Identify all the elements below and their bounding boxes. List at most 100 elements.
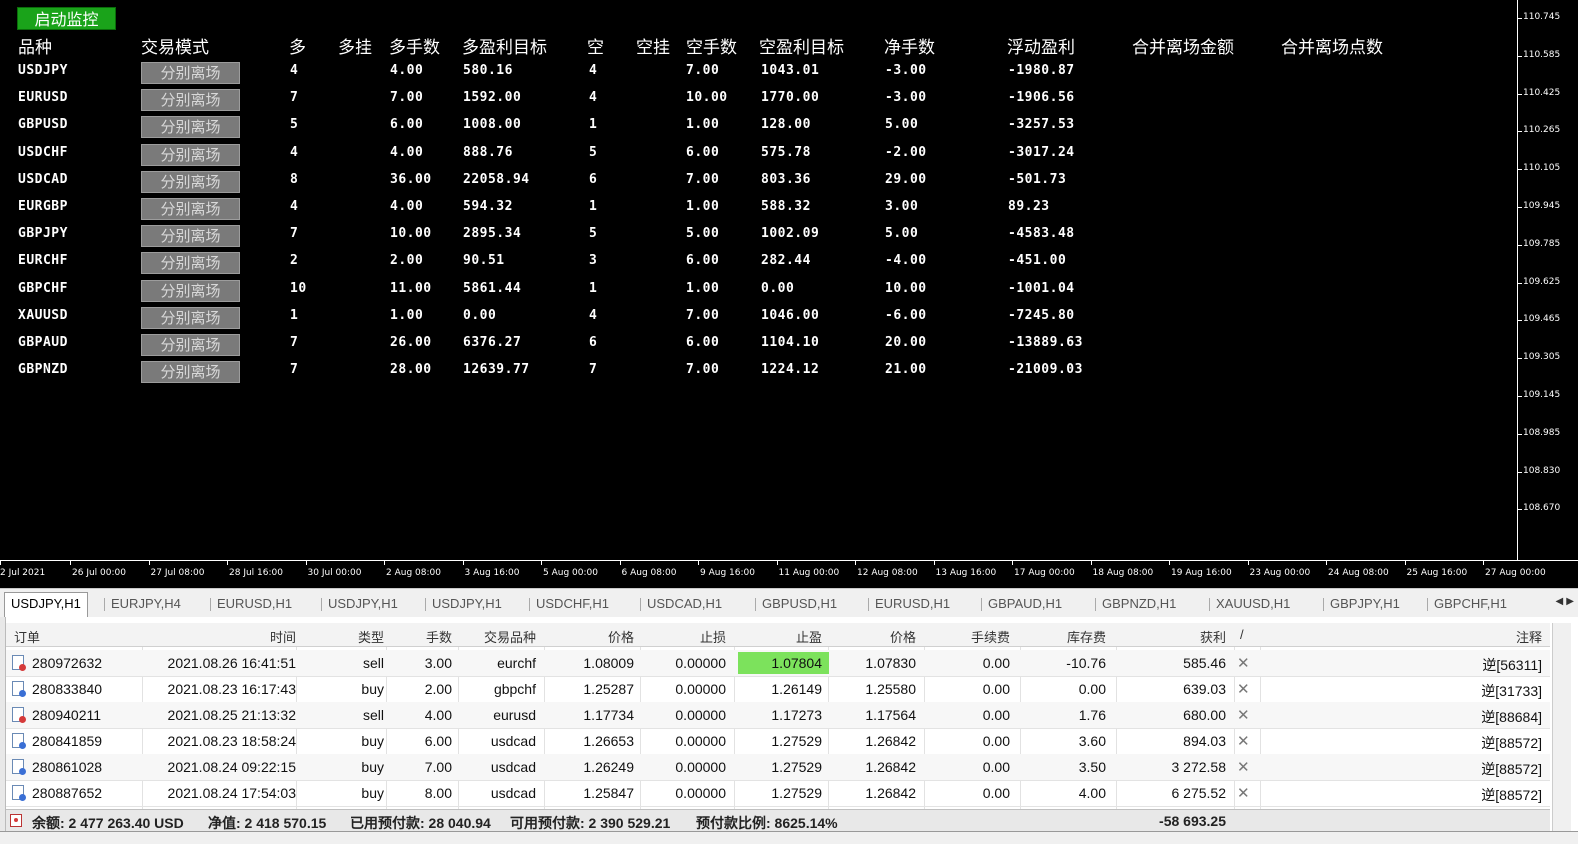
row-long-lots: 4.00 — [390, 63, 424, 78]
chart-tab[interactable]: USDCAD,H1 — [647, 593, 722, 615]
col-swap[interactable]: 库存费 — [1036, 627, 1106, 646]
row-long-tp: 6376.27 — [463, 335, 522, 350]
col-time[interactable]: 时间 — [196, 627, 296, 646]
row-short-count: 1 — [589, 117, 598, 133]
row-long-tp: 0.00 — [463, 307, 497, 323]
order-row[interactable]: 280861028 2021.08.24 09:22:15 buy 7.00 usdca… — [6, 754, 1550, 781]
close-order-icon[interactable]: ✕ — [1237, 654, 1250, 672]
row-long-tp: 1008.00 — [463, 117, 522, 133]
order-time: 2021.08.26 16:41:51 — [167, 655, 296, 671]
chart-tab[interactable]: USDJPY,H1 — [432, 593, 502, 615]
row-short-tp: 282.44 — [761, 253, 811, 269]
scroll-arrows-icon[interactable]: ◀ ▶ — [1555, 596, 1574, 607]
col-order[interactable]: 订单 — [14, 627, 40, 646]
exit-mode-button[interactable]: 分别离场 — [141, 225, 240, 248]
chart-tab[interactable]: GBPUSD,H1 — [762, 593, 837, 615]
order-row[interactable]: 280833840 2021.08.23 16:17:43 buy 2.00 gbpch… — [6, 676, 1550, 703]
col-cur-price[interactable]: 价格 — [846, 627, 916, 646]
chart-tab[interactable]: USDJPY,H1 — [4, 592, 88, 617]
chart-tab[interactable]: USDCHF,H1 — [536, 593, 609, 615]
row-floating-pl: -1906.56 — [1008, 90, 1075, 106]
row-long-count: 5 — [290, 117, 299, 133]
order-row[interactable]: 280887652 2021.08.24 17:54:03 buy 8.00 usdca… — [6, 780, 1550, 807]
exit-mode-button[interactable]: 分别离场 — [141, 143, 240, 166]
exit-mode-button[interactable]: 分别离场 — [141, 306, 240, 329]
col-sl[interactable]: 止损 — [656, 627, 726, 646]
order-profit: 894.03 — [1183, 733, 1226, 749]
row-long-tp: 580.16 — [463, 63, 513, 78]
row-short-tp: 0.00 — [761, 280, 795, 296]
col-profit[interactable]: 获利 — [1136, 627, 1226, 646]
col-comment[interactable]: 注释 — [1466, 627, 1542, 646]
order-row[interactable]: 280972632 2021.08.26 16:41:51 sell 3.00 eurc… — [6, 650, 1550, 677]
exit-mode-button[interactable]: 分别离场 — [141, 89, 240, 112]
exit-mode-button[interactable]: 分别离场 — [141, 279, 240, 302]
row-symbol: XAUUSD — [18, 307, 68, 323]
exit-mode-button[interactable]: 分别离场 — [141, 62, 240, 84]
row-short-lots: 1.00 — [686, 199, 720, 214]
chart-tab[interactable]: GBPCHF,H1 — [1434, 593, 1507, 615]
row-short-tp: 1046.00 — [761, 307, 820, 323]
row-long-tp: 22058.94 — [463, 171, 530, 187]
exit-mode-button[interactable]: 分别离场 — [141, 361, 240, 384]
close-order-icon[interactable]: ✕ — [1237, 706, 1250, 724]
time-label: 27 Jul 08:00 — [150, 568, 205, 578]
order-comment: 逆[56311] — [1482, 657, 1542, 673]
chart-tab[interactable]: GBPAUD,H1 — [988, 593, 1062, 615]
exit-mode-button[interactable]: 分别离场 — [141, 252, 240, 275]
close-order-icon[interactable]: ✕ — [1237, 758, 1250, 776]
chart-tab[interactable]: EURUSD,H1 — [217, 593, 292, 615]
start-monitor-button[interactable]: 启动监控 — [17, 7, 116, 30]
col-symbol[interactable]: 交易品种 — [446, 627, 536, 646]
header-symbol: 品种 — [18, 38, 52, 58]
order-tp: 1.26149 — [771, 681, 822, 697]
price-tick — [1518, 55, 1522, 57]
exit-mode-button[interactable]: 分别离场 — [141, 198, 240, 220]
order-sl: 0.00000 — [675, 733, 726, 749]
order-id: 280841859 — [32, 733, 103, 749]
order-row[interactable]: 280841859 2021.08.23 18:58:24 buy 6.00 usdca… — [6, 728, 1550, 755]
chart-tab[interactable]: EURUSD,H1 — [875, 593, 950, 615]
time-label: 9 Aug 16:00 — [700, 568, 755, 578]
order-comment: 逆[88572] — [1481, 761, 1542, 777]
price-tick — [1518, 509, 1522, 511]
price-tick — [1518, 169, 1522, 171]
col-tp[interactable]: 止盈 — [752, 627, 822, 646]
chart-tab[interactable]: GBPJPY,H1 — [1330, 593, 1400, 615]
row-long-count: 1 — [290, 307, 299, 323]
col-type[interactable]: 类型 — [336, 627, 384, 646]
order-price: 1.26249 — [583, 759, 634, 775]
col-price[interactable]: 价格 — [566, 627, 634, 646]
chart-area[interactable]: 启动监控 品种 交易模式 多 多挂 多手数 多盈利目标 空 空挂 空手数 空盈利… — [0, 0, 1578, 588]
price-tick — [1518, 207, 1522, 208]
price-label: 108.985 — [1523, 427, 1561, 438]
chart-tab[interactable]: EURJPY,H4 — [111, 593, 181, 615]
header-long-pending: 多挂 — [338, 38, 372, 58]
chart-tab[interactable]: XAUUSD,H1 — [1216, 593, 1290, 615]
order-swap: -10.76 — [1066, 655, 1106, 671]
header-mode: 交易模式 — [141, 38, 209, 58]
time-label: 12 Aug 08:00 — [857, 568, 918, 578]
close-order-icon[interactable]: ✕ — [1237, 680, 1250, 698]
order-row[interactable]: 280940211 2021.08.25 21:13:32 sell 4.00 euru… — [6, 702, 1550, 729]
row-short-lots: 10.00 — [686, 90, 728, 106]
row-short-tp: 575.78 — [761, 144, 811, 160]
order-type: buy — [361, 785, 384, 801]
chart-tab[interactable]: GBPNZD,H1 — [1102, 593, 1176, 615]
exit-mode-button[interactable]: 分别离场 — [141, 116, 240, 139]
order-sl: 0.00000 — [675, 655, 726, 671]
col-commission[interactable]: 手续费 — [936, 627, 1010, 646]
order-time: 2021.08.25 21:13:32 — [167, 707, 296, 723]
row-short-tp: 1043.01 — [761, 63, 820, 78]
exit-mode-button[interactable]: 分别离场 — [141, 334, 240, 356]
close-order-icon[interactable]: ✕ — [1237, 732, 1250, 750]
exit-mode-button[interactable]: 分别离场 — [141, 170, 240, 193]
close-order-icon[interactable]: ✕ — [1237, 784, 1250, 802]
tab-separator — [1323, 598, 1324, 611]
col-sort[interactable]: / — [1240, 627, 1244, 642]
order-profit: 639.03 — [1183, 681, 1226, 697]
order-sl: 0.00000 — [675, 759, 726, 775]
row-short-tp: 1104.10 — [761, 335, 820, 350]
chart-tab[interactable]: USDJPY,H1 — [328, 593, 398, 615]
vertical-scrollbar[interactable] — [1552, 623, 1571, 831]
